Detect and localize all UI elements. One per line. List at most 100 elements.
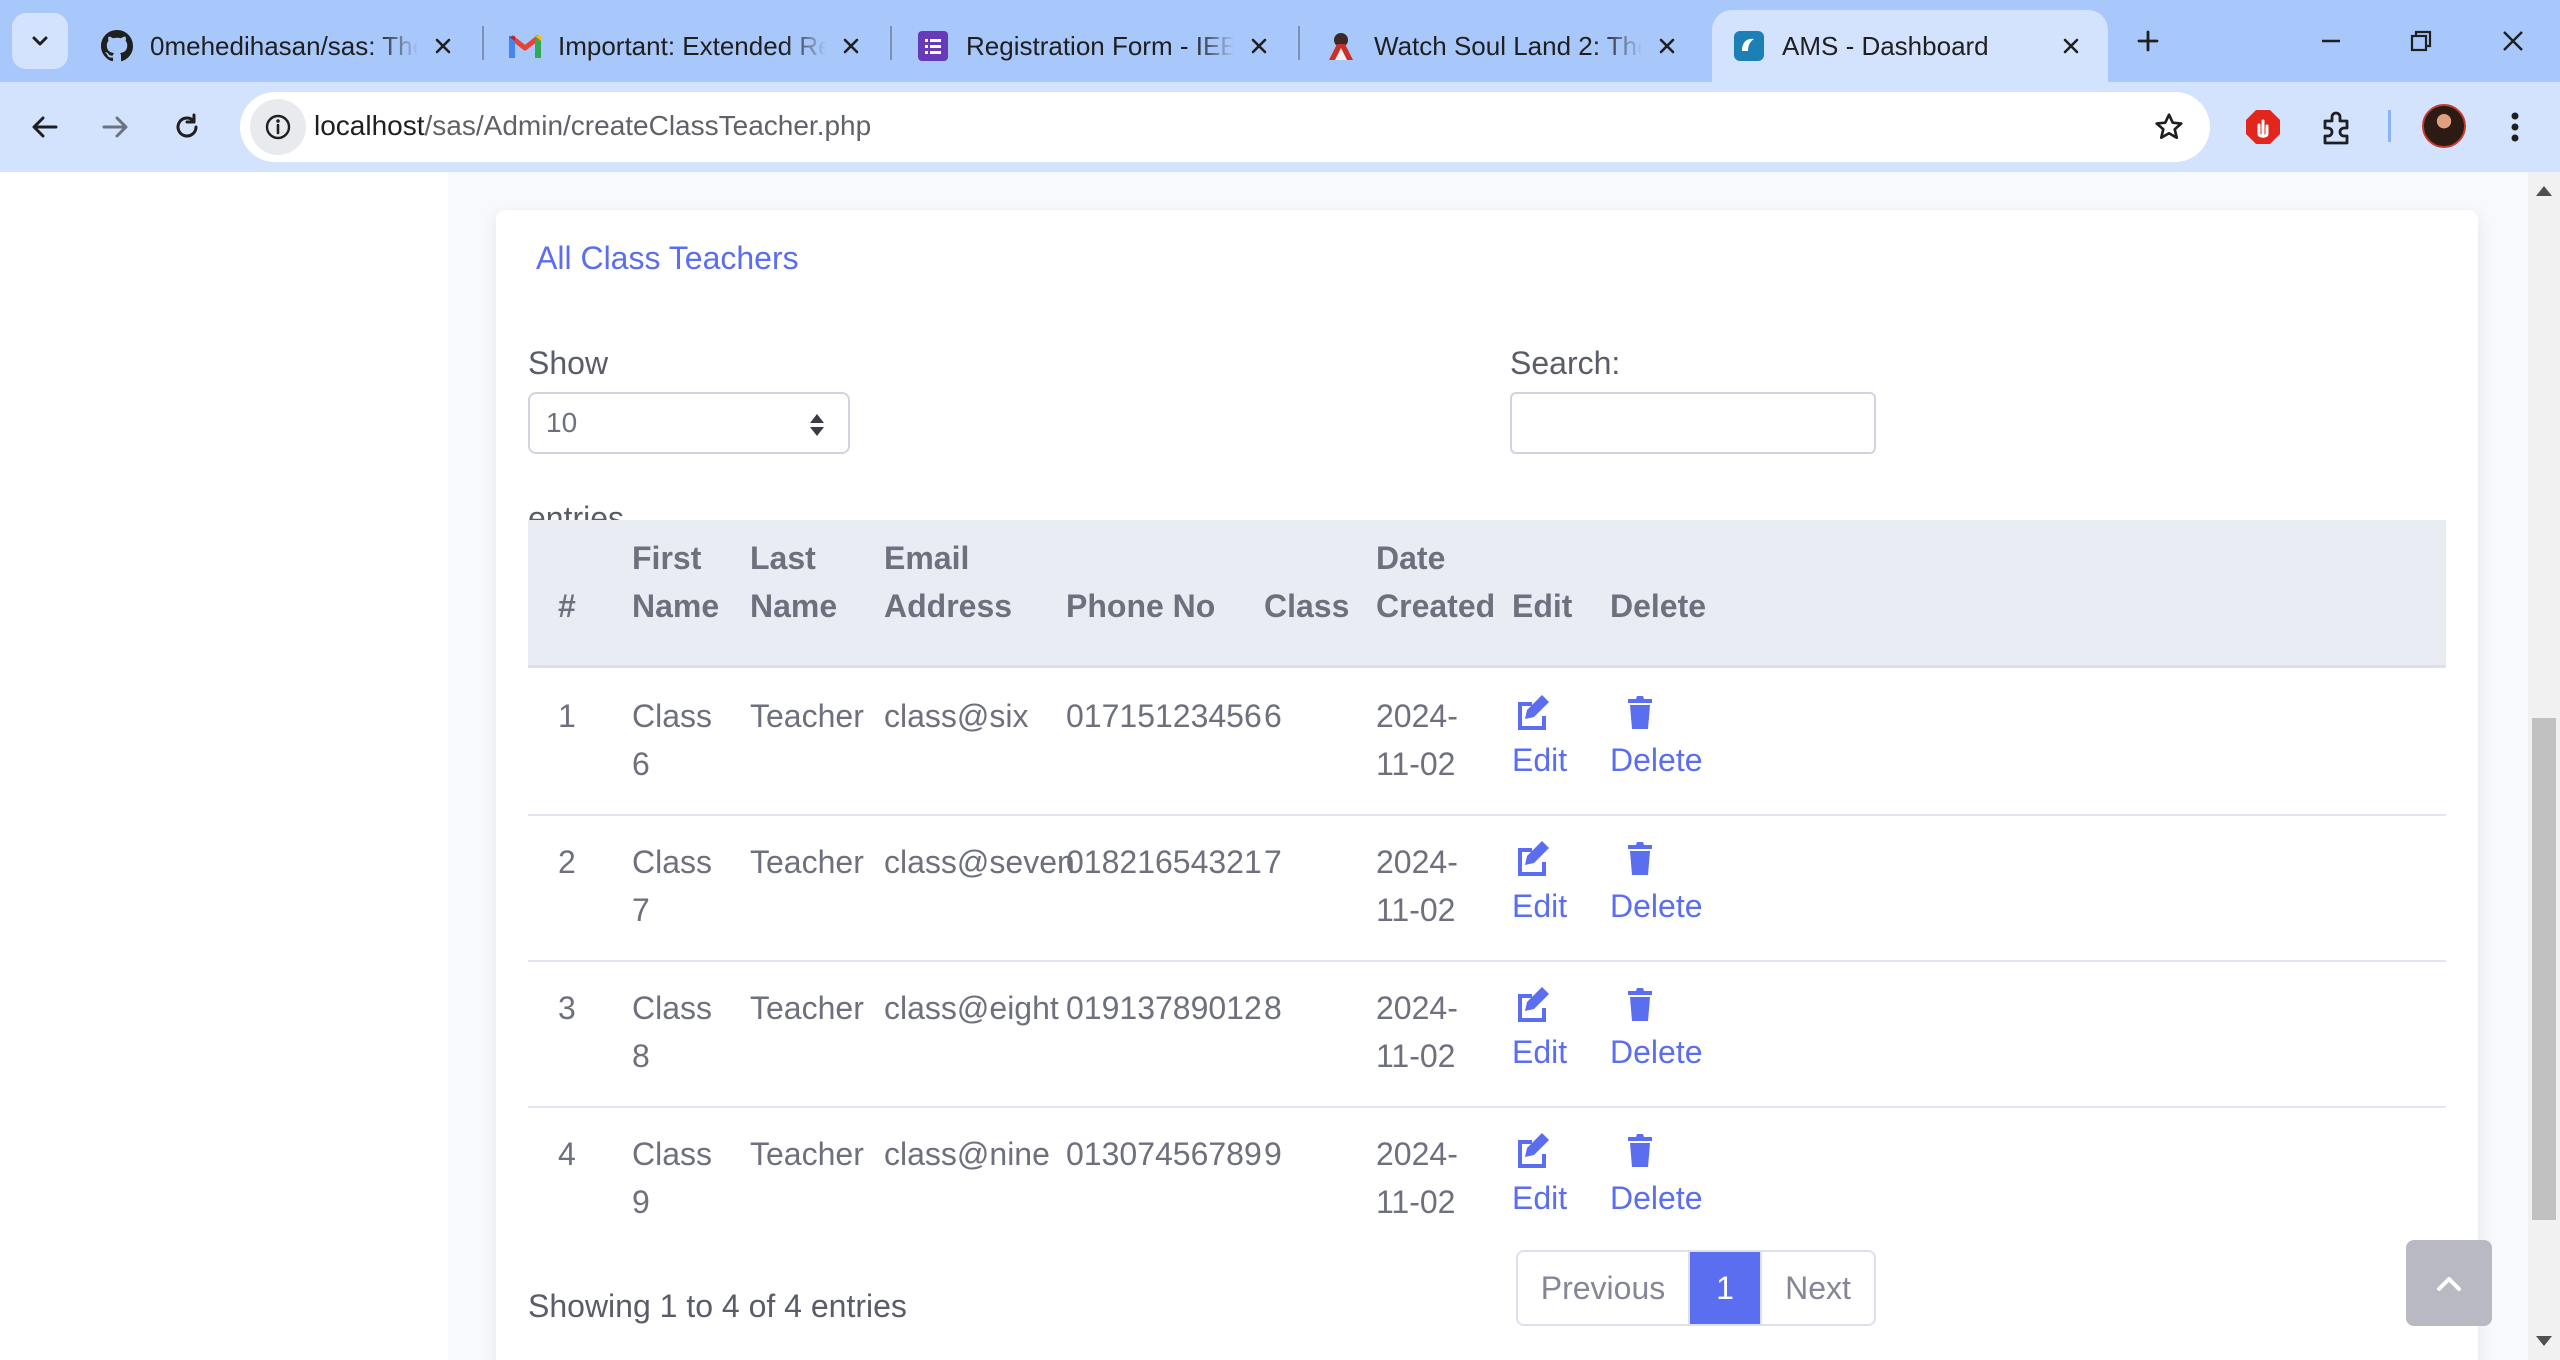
col-header-last-name-line2[interactable]: Name xyxy=(750,582,837,630)
col-header-phone[interactable]: Phone No xyxy=(1066,582,1215,630)
close-icon[interactable] xyxy=(1650,29,1684,63)
cell-date-line2: 11-02 xyxy=(1376,892,1456,928)
cell-first-name: Class 8 xyxy=(632,984,712,1080)
cell-first-name: Class 6 xyxy=(632,692,712,788)
col-header-last-name-line1[interactable]: Last xyxy=(750,534,816,582)
previous-page-button[interactable]: Previous xyxy=(1518,1252,1690,1324)
page-scrollbar[interactable] xyxy=(2528,172,2560,1360)
close-icon[interactable] xyxy=(1242,29,1276,63)
arrow-right-icon xyxy=(102,116,128,138)
new-tab-button[interactable] xyxy=(2120,20,2176,62)
restore-button[interactable] xyxy=(2376,12,2466,70)
cell-class: 6 xyxy=(1264,698,1282,734)
cell-last-name: Teacher xyxy=(750,1136,864,1172)
col-header-date-line2[interactable]: Created xyxy=(1376,582,1495,630)
chevron-down-icon xyxy=(32,36,48,46)
address-bar[interactable]: localhost/sas/Admin/createClassTeacher.p… xyxy=(240,92,2210,162)
delete-label: Delete xyxy=(1610,742,1703,778)
ams-favicon-icon xyxy=(1732,29,1766,63)
cell-date: 2024- 11-02 xyxy=(1376,838,1458,934)
sort-arrows-icon xyxy=(810,414,824,436)
close-window-button[interactable] xyxy=(2468,12,2558,70)
class-teachers-card: All Class Teachers Show 10 entries Searc… xyxy=(496,210,2478,1360)
site-info-icon[interactable] xyxy=(250,99,306,155)
edit-label: Edit xyxy=(1512,1034,1568,1070)
url-host: localhost xyxy=(314,110,425,141)
edit-label: Edit xyxy=(1512,742,1568,778)
tab-google-forms[interactable]: Registration Form - IEEE C xyxy=(896,10,1296,82)
tab-separator xyxy=(1298,26,1300,60)
cell-num: 4 xyxy=(558,1136,576,1172)
scroll-down-arrow-icon[interactable] xyxy=(2536,1336,2552,1346)
cell-first-name-line2: 6 xyxy=(632,746,650,782)
profile-avatar[interactable] xyxy=(2422,104,2466,148)
cell-date-line2: 11-02 xyxy=(1376,1038,1456,1074)
delete-link[interactable]: Delete xyxy=(1610,692,1703,784)
table-row: 3 Class 8 Teacher class@eight 01913789012… xyxy=(528,962,2446,1108)
delete-link[interactable]: Delete xyxy=(1610,984,1703,1076)
cell-class: 7 xyxy=(1264,844,1282,880)
tab-separator xyxy=(890,26,892,60)
cell-num: 1 xyxy=(558,698,576,734)
reload-button[interactable] xyxy=(158,98,216,156)
minimize-button[interactable] xyxy=(2286,12,2376,70)
search-input[interactable] xyxy=(1510,392,1876,454)
cell-phone: 01715123456 xyxy=(1066,698,1262,734)
adblock-extension-icon[interactable] xyxy=(2240,104,2286,150)
scrollbar-thumb[interactable] xyxy=(2532,718,2556,1220)
table-info: Showing 1 to 4 of 4 entries xyxy=(528,1288,907,1324)
scroll-up-arrow-icon[interactable] xyxy=(2536,186,2552,196)
reload-icon xyxy=(176,113,198,138)
browser-tab-bar: 0mehedihasan/sas: The S Important: Exten… xyxy=(0,0,2560,82)
col-header-delete[interactable]: Delete xyxy=(1610,582,1706,630)
more-menu-icon[interactable] xyxy=(2492,104,2538,150)
col-header-date-line1[interactable]: Date xyxy=(1376,534,1445,582)
forward-button[interactable] xyxy=(86,98,144,156)
tab-ams-dashboard[interactable]: AMS - Dashboard xyxy=(1712,10,2108,82)
delete-link[interactable]: Delete xyxy=(1610,838,1703,930)
close-icon[interactable] xyxy=(2054,29,2088,63)
close-icon[interactable] xyxy=(834,29,868,63)
page-length-select[interactable]: 10 xyxy=(528,392,850,454)
delete-link[interactable]: Delete xyxy=(1610,1130,1703,1222)
tab-gmail[interactable]: Important: Extended Reg xyxy=(488,10,888,82)
extensions-puzzle-icon[interactable] xyxy=(2314,104,2360,150)
close-icon xyxy=(2503,31,2523,51)
trash-icon xyxy=(1628,696,1652,729)
col-header-email-line2[interactable]: Address xyxy=(884,582,1012,630)
bookmark-star-icon[interactable] xyxy=(2148,106,2190,148)
next-page-button[interactable]: Next xyxy=(1760,1252,1874,1324)
edit-link[interactable]: Edit xyxy=(1512,1130,1567,1222)
tab-search-button[interactable] xyxy=(12,13,68,69)
edit-icon xyxy=(1518,1133,1549,1168)
page-1-button[interactable]: 1 xyxy=(1690,1252,1760,1324)
edit-link[interactable]: Edit xyxy=(1512,984,1567,1076)
tab-title: AMS - Dashboard xyxy=(1782,30,1989,61)
tab-github[interactable]: 0mehedihasan/sas: The S xyxy=(80,10,480,82)
cell-first-name-line2: 8 xyxy=(632,1038,650,1074)
site-favicon-icon xyxy=(1324,29,1358,63)
close-icon[interactable] xyxy=(426,29,460,63)
edit-link[interactable]: Edit xyxy=(1512,838,1567,930)
edit-icon xyxy=(1518,841,1549,876)
col-header-num[interactable]: # xyxy=(558,582,576,630)
tab-soul-land[interactable]: Watch Soul Land 2: The P xyxy=(1304,10,1704,82)
edit-icon xyxy=(1518,695,1549,730)
col-header-first-name-line2[interactable]: Name xyxy=(632,582,719,630)
back-button[interactable] xyxy=(16,98,74,156)
table-row: 1 Class 6 Teacher class@six 01715123456 6… xyxy=(528,670,2446,816)
table-header: # First Name Last Name Email Address Pho… xyxy=(528,520,2446,668)
delete-label: Delete xyxy=(1610,1180,1703,1216)
cell-email: class@nine xyxy=(884,1136,1050,1172)
cell-num: 2 xyxy=(558,844,576,880)
cell-last-name: Teacher xyxy=(750,990,864,1026)
cell-email: class@six xyxy=(884,698,1029,734)
minimize-icon xyxy=(2322,39,2340,43)
col-header-edit[interactable]: Edit xyxy=(1512,582,1572,630)
scroll-to-top-button[interactable] xyxy=(2406,1240,2492,1326)
col-header-first-name-line1[interactable]: First xyxy=(632,534,701,582)
edit-link[interactable]: Edit xyxy=(1512,692,1567,784)
col-header-class[interactable]: Class xyxy=(1264,582,1349,630)
col-header-email-line1[interactable]: Email xyxy=(884,534,969,582)
toolbar-divider xyxy=(2388,110,2391,142)
